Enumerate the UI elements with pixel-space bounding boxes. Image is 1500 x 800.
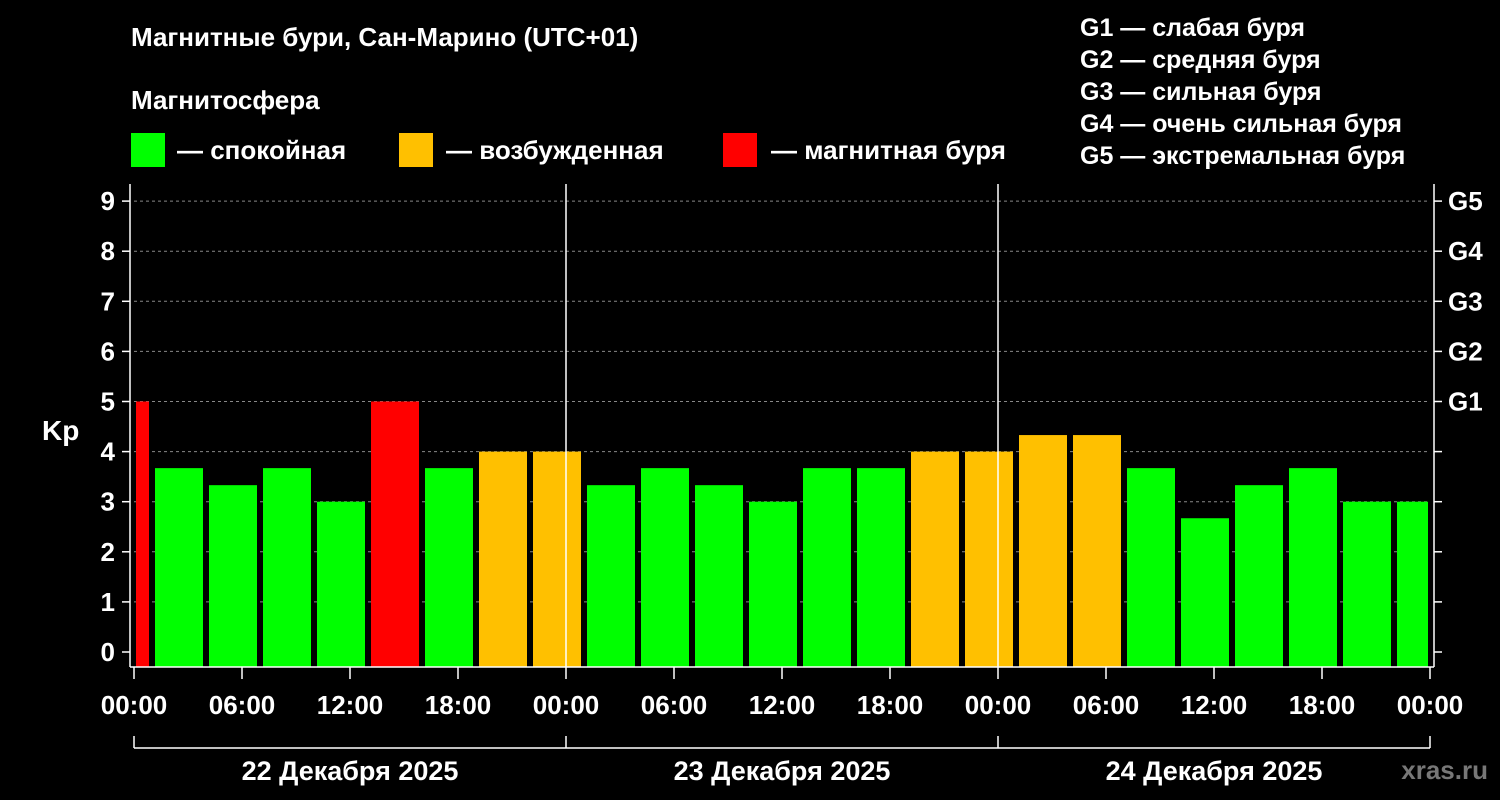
kp-bar xyxy=(641,468,689,667)
g-level-label: G2 xyxy=(1448,336,1483,366)
kp-bar xyxy=(857,468,905,667)
x-tick-label: 00:00 xyxy=(1397,690,1464,720)
kp-bar xyxy=(263,468,311,667)
kp-bar xyxy=(749,501,797,667)
x-tick-label: 00:00 xyxy=(101,690,168,720)
g-level-label: G5 xyxy=(1448,186,1483,216)
y-tick-label: 6 xyxy=(101,336,115,366)
x-tick-label: 00:00 xyxy=(965,690,1032,720)
g-level-label: G3 xyxy=(1448,286,1483,316)
kp-bar xyxy=(317,501,365,667)
y-tick-label: 8 xyxy=(101,236,115,266)
kp-bar xyxy=(1127,468,1175,667)
x-tick-label: 18:00 xyxy=(425,690,492,720)
g-level-label: G1 xyxy=(1448,387,1483,417)
kp-bar xyxy=(136,401,149,667)
kp-bar xyxy=(1397,501,1428,667)
y-tick-label: 3 xyxy=(101,487,115,517)
y-tick-label: 4 xyxy=(101,437,116,467)
x-tick-label: 12:00 xyxy=(749,690,816,720)
kp-bar xyxy=(1343,501,1391,667)
kp-bar xyxy=(911,451,959,667)
kp-bar xyxy=(695,485,743,667)
kp-bar xyxy=(155,468,203,667)
day-label: 22 Декабря 2025 xyxy=(242,756,459,786)
x-tick-label: 00:00 xyxy=(533,690,600,720)
kp-bar xyxy=(1289,468,1337,667)
watermark: xras.ru xyxy=(1401,755,1488,785)
y-tick-label: 5 xyxy=(101,387,115,417)
kp-chart: 0 1 2 3 4 5 6 7 8 9 G1 G2 G3 G4 G5 Kp 00:00 06:00 12:00 18:… xyxy=(42,184,1483,786)
day-label: 23 Декабря 2025 xyxy=(674,756,891,786)
x-tick-label: 06:00 xyxy=(641,690,708,720)
x-tick-label: 12:00 xyxy=(1181,690,1248,720)
y-tick-label: 9 xyxy=(101,186,115,216)
y-tick-label: 2 xyxy=(101,537,115,567)
kp-bar xyxy=(1235,485,1283,667)
y-tick-label: 7 xyxy=(101,286,115,316)
x-tick-label: 06:00 xyxy=(1073,690,1140,720)
kp-bar xyxy=(209,485,257,667)
day-label: 24 Декабря 2025 xyxy=(1106,756,1323,786)
kp-bar xyxy=(425,468,473,667)
x-tick-label: 12:00 xyxy=(317,690,384,720)
kp-bar xyxy=(1181,518,1229,667)
kp-bar xyxy=(587,485,635,667)
g-level-label: G4 xyxy=(1448,236,1483,266)
kp-bar xyxy=(371,401,419,667)
y-tick-label: 0 xyxy=(101,637,115,667)
x-tick-label: 06:00 xyxy=(209,690,276,720)
kp-bar xyxy=(1073,435,1121,667)
y-axis-label: Kp xyxy=(42,415,79,446)
kp-bar xyxy=(803,468,851,667)
x-tick-label: 18:00 xyxy=(857,690,924,720)
kp-bar xyxy=(533,451,581,667)
kp-bar xyxy=(1019,435,1067,667)
x-tick-label: 18:00 xyxy=(1289,690,1356,720)
kp-bar xyxy=(479,451,527,667)
y-tick-label: 1 xyxy=(101,587,115,617)
kp-bar xyxy=(965,451,1013,667)
